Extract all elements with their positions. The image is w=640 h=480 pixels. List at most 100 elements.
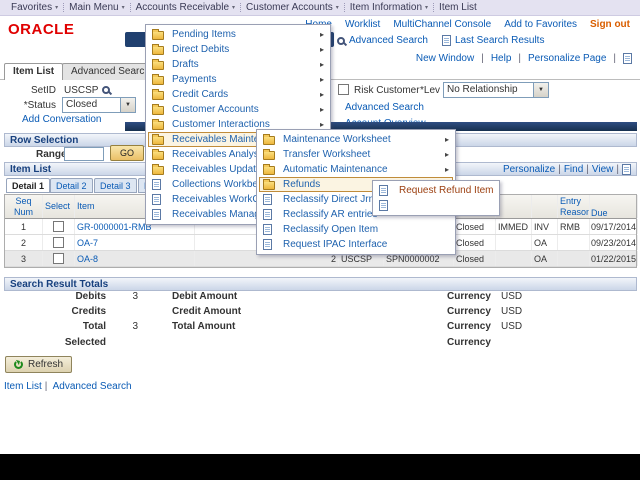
menu-item-customer-accounts[interactable]: Customer Accounts▸ [148, 102, 328, 117]
submenu-arrow-icon: ▸ [320, 75, 324, 84]
breadcrumb: Favorites▾ Main Menu▾ Accounts Receivabl… [0, 0, 640, 16]
multichannel-console-link[interactable]: MultiChannel Console [393, 19, 491, 30]
risk-customer-checkbox[interactable] [338, 84, 349, 95]
breadcrumb-item-accounts-receivable[interactable]: Accounts Receivable▾ [131, 2, 240, 13]
grid-tab-detail3[interactable]: Detail 3 [94, 178, 137, 193]
worklist-link[interactable]: Worklist [345, 19, 380, 30]
status-select-value: Closed [63, 98, 120, 112]
header-line: Reason [560, 207, 590, 217]
personalize-link[interactable]: Personalize [503, 164, 555, 175]
header-line: Item [77, 201, 95, 211]
item-link[interactable]: OA-7 [77, 238, 98, 248]
header-line: Select [45, 201, 70, 211]
column-header-due[interactable]: Due [590, 195, 638, 218]
cell-status: Closed [454, 235, 496, 250]
document-icon [379, 185, 394, 196]
help-link[interactable]: Help [491, 53, 512, 64]
personalize-page-link[interactable]: Personalize Page [528, 53, 606, 64]
breadcrumb-item-main-menu[interactable]: Main Menu▾ [64, 2, 129, 13]
advanced-search-link-top[interactable]: Advanced Search [337, 35, 428, 46]
grid-tab-detail2[interactable]: Detail 2 [50, 178, 93, 193]
cell-seq: 2 [5, 235, 43, 250]
menu-item-drafts[interactable]: Drafts▸ [148, 57, 328, 72]
view-link[interactable]: View [592, 164, 614, 175]
separator: | [478, 53, 487, 64]
breadcrumb-item-item-list[interactable]: Item List [434, 2, 482, 13]
http-page-icon[interactable] [623, 53, 632, 64]
totals-currency-label: Currency [447, 321, 491, 332]
totals-row-credits: Credits Credit Amount Currency USD [4, 306, 637, 320]
cell-terms [496, 235, 532, 250]
menu-item-pending-items[interactable]: Pending Items▸ [148, 27, 328, 42]
row-select-checkbox[interactable] [53, 221, 64, 232]
breadcrumb-label: Accounts Receivable [136, 2, 229, 13]
sign-out-link[interactable]: Sign out [590, 19, 630, 30]
menu-item-reclassify-open-item[interactable]: Reclassify Open Item [259, 222, 453, 237]
menu-item-payments[interactable]: Payments▸ [148, 72, 328, 87]
add-to-favorites-link[interactable]: Add to Favorites [504, 19, 577, 30]
cell-select [43, 219, 75, 234]
menu-item-label: Request Refund Item [399, 185, 493, 196]
document-icon [263, 194, 278, 205]
menu-item-request-ipac-interface[interactable]: Request IPAC Interface [259, 237, 453, 252]
footer-advanced-search-link[interactable]: Advanced Search [53, 381, 132, 392]
menu-item-maintenance-worksheet[interactable]: Maintenance Worksheet▸ [259, 132, 453, 147]
grid-tab-detail1[interactable]: Detail 1 [6, 178, 50, 193]
breadcrumb-item-favorites[interactable]: Favorites▾ [6, 2, 63, 13]
column-header-entry-reason[interactable]: EntryReason [558, 195, 590, 218]
item-link[interactable]: OA-8 [77, 254, 98, 264]
breadcrumb-item-customer-accounts[interactable]: Customer Accounts▾ [241, 2, 344, 13]
footer-item-list-link[interactable]: Item List [4, 381, 42, 392]
totals-label: Credits [42, 306, 106, 317]
menu-item-label: Customer Accounts [172, 104, 317, 115]
menu-item-credit-cards[interactable]: Credit Cards▸ [148, 87, 328, 102]
column-header-seq-num[interactable]: SeqNum [5, 195, 43, 218]
submenu-arrow-icon: ▸ [320, 60, 324, 69]
header-line: Num [14, 207, 33, 217]
refresh-button[interactable]: Refresh [5, 356, 72, 373]
folder-icon [263, 149, 278, 160]
advanced-search-link[interactable]: Advanced Search [345, 102, 424, 113]
totals-row-debits: Debits 3 Debit Amount Currency USD [4, 291, 637, 305]
submenu-arrow-icon: ▸ [445, 135, 449, 144]
range-input[interactable] [64, 147, 104, 161]
menu-item-automatic-maintenance[interactable]: Automatic Maintenance▸ [259, 162, 453, 177]
find-link[interactable]: Find [564, 164, 583, 175]
go-button[interactable]: GO [110, 145, 144, 161]
menu-item-transfer-worksheet[interactable]: Transfer Worksheet▸ [259, 147, 453, 162]
breadcrumb-item-item-information[interactable]: Item Information▾ [345, 2, 433, 13]
menu-item-direct-debits[interactable]: Direct Debits▸ [148, 42, 328, 57]
folder-icon [152, 89, 167, 100]
totals-currency-value: USD [501, 291, 522, 302]
submenu-arrow-icon: ▸ [445, 165, 449, 174]
last-search-results-link[interactable]: Last Search Results [442, 35, 545, 46]
menu-item-label: Automatic Maintenance [283, 164, 442, 175]
cell-status: Closed [454, 251, 496, 266]
column-header-select: Select [43, 195, 75, 218]
setid-lookup-icon[interactable] [102, 86, 110, 94]
menu-item-label: Maintenance Worksheet [283, 134, 442, 145]
item-link[interactable]: GR-0000001-RMB [77, 222, 152, 232]
row-select-checkbox[interactable] [53, 253, 64, 264]
menu-item-label: Transfer Worksheet [283, 149, 442, 160]
separator: | [610, 53, 619, 64]
download-grid-icon[interactable] [622, 164, 631, 175]
menu-item-request-refund-item[interactable]: Request Refund Item [375, 183, 497, 198]
menu-item-refund-status[interactable] [375, 198, 497, 213]
row-select-checkbox[interactable] [53, 237, 64, 248]
search-result-totals-title: Search Result Totals [10, 279, 108, 290]
setid-value[interactable]: USCSP [64, 85, 98, 96]
select-arrow-icon: ▼ [533, 83, 548, 97]
level-select[interactable]: No Relationship ▼ [443, 82, 549, 98]
tab-item-list[interactable]: Item List [4, 63, 63, 80]
new-window-link[interactable]: New Window [416, 53, 474, 64]
submenu-arrow-icon: ▸ [320, 30, 324, 39]
add-conversation-link[interactable]: Add Conversation [22, 114, 102, 125]
chevron-down-icon: ▾ [122, 4, 125, 11]
cell-select [43, 235, 75, 250]
cell-due-date: 09/23/2014 [590, 235, 638, 250]
totals-label: Debits [42, 291, 106, 302]
status-select[interactable]: Closed ▼ [62, 97, 136, 113]
cell-entry-type: OA [532, 251, 558, 266]
search-result-totals-header: Search Result Totals [4, 277, 637, 291]
